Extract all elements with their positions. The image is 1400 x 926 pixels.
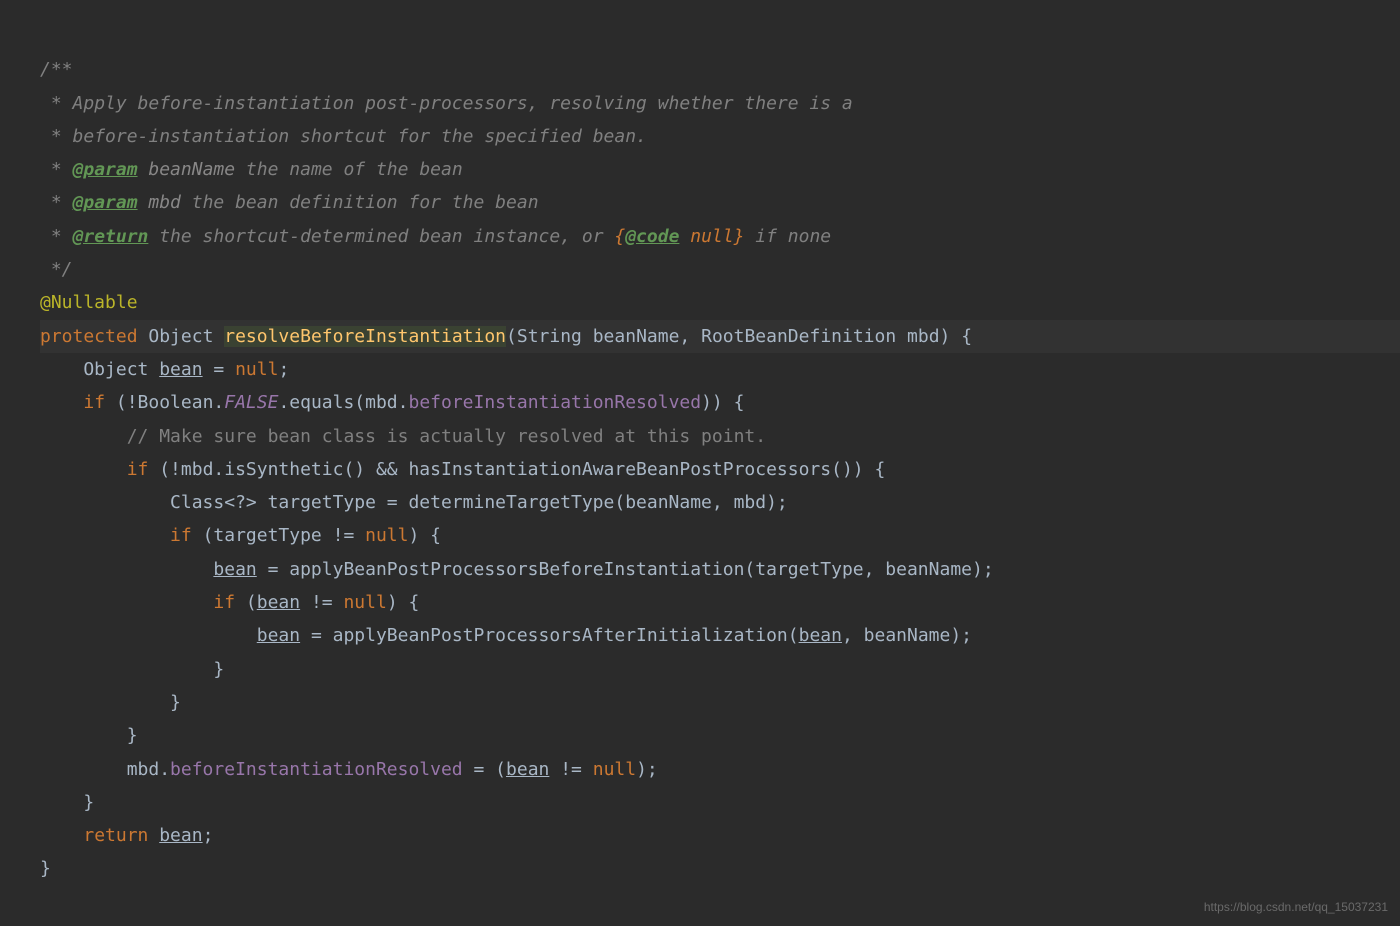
javadoc-param: * @param beanName the name of the bean	[40, 159, 463, 180]
javadoc-line: * Apply before-instantiation post-proces…	[40, 93, 853, 114]
code-line: if (!Boolean.FALSE.equals(mbd.beforeInst…	[40, 392, 744, 413]
method-signature-line: protected Object resolveBeforeInstantiat…	[40, 320, 1400, 353]
code-line: mbd.beforeInstantiationResolved = (bean …	[40, 759, 658, 780]
code-line: bean = applyBeanPostProcessorsAfterIniti…	[40, 625, 972, 646]
javadoc-close: */	[40, 259, 73, 280]
code-line: }	[40, 725, 138, 746]
javadoc-return: * @return the shortcut-determined bean i…	[40, 226, 831, 247]
code-line: return bean;	[40, 825, 213, 846]
code-line: // Make sure bean class is actually reso…	[40, 426, 766, 447]
code-line: if (targetType != null) {	[40, 525, 441, 546]
method-name: resolveBeforeInstantiation	[224, 326, 506, 347]
javadoc-open: /**	[40, 59, 73, 80]
javadoc-line: * before-instantiation shortcut for the …	[40, 126, 647, 147]
javadoc-param: * @param mbd the bean definition for the…	[40, 192, 539, 213]
code-line: }	[40, 792, 94, 813]
code-line: bean = applyBeanPostProcessorsBeforeInst…	[40, 559, 994, 580]
code-line: if (!mbd.isSynthetic() && hasInstantiati…	[40, 459, 885, 480]
code-line: if (bean != null) {	[40, 592, 419, 613]
code-editor: /** * Apply before-instantiation post-pr…	[40, 20, 1400, 886]
code-line: Object bean = null;	[40, 359, 289, 380]
code-line: }	[40, 858, 51, 879]
code-line: }	[40, 692, 181, 713]
code-line: Class<?> targetType = determineTargetTyp…	[40, 492, 788, 513]
code-line: }	[40, 659, 224, 680]
annotation-nullable: @Nullable	[40, 292, 138, 313]
watermark: https://blog.csdn.net/qq_15037231	[1204, 896, 1388, 918]
